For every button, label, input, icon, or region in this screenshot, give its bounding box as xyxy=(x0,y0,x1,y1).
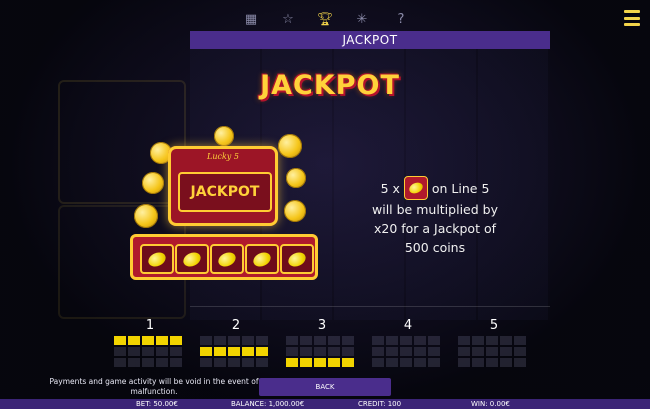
machine-brand: Lucky 5 xyxy=(207,152,239,161)
machine-reels xyxy=(130,234,318,280)
payline-pattern: 2 xyxy=(200,318,272,367)
balance-value: BALANCE: 1,000.00€ xyxy=(231,400,305,408)
lemon-icon xyxy=(140,244,174,274)
status-bar: BET: 50.00€ BALANCE: 1,000.00€ CREDIT: 1… xyxy=(0,399,650,409)
jackpot-machine-illustration: Lucky 5 JACKPOT xyxy=(128,126,320,282)
payline-pattern: 5 xyxy=(458,318,530,367)
page-title: JACKPOT xyxy=(190,31,550,49)
symbol-count: 5 x xyxy=(380,180,400,196)
coin-icon xyxy=(278,134,302,158)
reels-icon[interactable]: ▦ xyxy=(242,10,260,28)
pattern-number: 1 xyxy=(145,318,155,333)
description-line: 500 coins xyxy=(404,240,466,255)
help-icon[interactable]: ? xyxy=(392,10,410,28)
divider xyxy=(190,306,550,307)
top-nav: ▦ ☆ 🏆︎ ✳ ? xyxy=(0,8,650,30)
coin-icon xyxy=(134,204,158,228)
payline-pattern: 3 xyxy=(286,318,358,367)
pattern-number: 3 xyxy=(317,318,327,333)
lemon-icon xyxy=(403,176,428,200)
credit-value: CREDIT: 100 xyxy=(358,400,402,408)
pattern-number: 5 xyxy=(489,318,499,333)
star-icon[interactable]: ☆ xyxy=(279,10,297,28)
pattern-number: 4 xyxy=(403,318,413,333)
pattern-grid xyxy=(114,336,186,367)
payline-pattern: 4 xyxy=(372,318,444,367)
win-value: WIN: 0.00€ xyxy=(471,400,510,408)
lemon-icon xyxy=(210,244,244,274)
description-line: x20 for a Jackpot of xyxy=(373,221,497,236)
pattern-number: 2 xyxy=(231,318,241,333)
coin-icon xyxy=(286,168,306,188)
pattern-grid xyxy=(200,336,272,367)
coin-icon xyxy=(214,126,234,146)
bet-value: BET: 50.00€ xyxy=(136,400,178,408)
jackpot-description: 5 x on Line 5 will be multiplied by x20 … xyxy=(360,176,510,257)
lemon-icon xyxy=(175,244,209,274)
description-line: will be multiplied by xyxy=(372,202,498,217)
trophy-icon[interactable]: 🏆︎ xyxy=(316,10,334,28)
coin-icon xyxy=(284,200,306,222)
payline-label: on Line 5 xyxy=(431,180,490,196)
jackpot-heading: JACKPOT xyxy=(260,70,400,101)
payline-pattern: 1 xyxy=(114,318,186,367)
machine-marquee: Lucky 5 JACKPOT xyxy=(168,146,278,226)
disclaimer-text: Payments and game activity will be void … xyxy=(49,377,259,396)
lemon-icon xyxy=(280,244,314,274)
pattern-grid xyxy=(458,336,530,367)
coin-icon xyxy=(142,172,164,194)
pattern-grid xyxy=(372,336,444,367)
back-button[interactable]: BACK xyxy=(259,378,391,396)
scatter-icon[interactable]: ✳ xyxy=(353,10,371,28)
menu-icon[interactable] xyxy=(624,10,640,26)
pattern-grid xyxy=(286,336,358,367)
machine-marquee-text: JACKPOT xyxy=(178,172,272,212)
lemon-icon xyxy=(245,244,279,274)
